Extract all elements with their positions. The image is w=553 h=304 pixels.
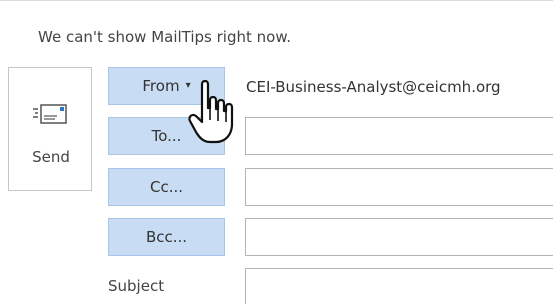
subject-input[interactable]	[245, 268, 553, 304]
send-button[interactable]: Send	[8, 67, 92, 191]
cc-input[interactable]	[245, 168, 553, 206]
subject-label: Subject	[108, 277, 165, 295]
send-label: Send	[32, 148, 70, 166]
envelope-send-icon	[33, 104, 67, 124]
cc-button[interactable]: Cc...	[108, 168, 225, 206]
bcc-input[interactable]	[245, 218, 553, 256]
mailtips-message: We can't show MailTips right now.	[38, 28, 292, 46]
to-input[interactable]	[245, 117, 553, 155]
bcc-button[interactable]: Bcc...	[108, 218, 225, 256]
top-divider	[0, 0, 553, 1]
hand-pointer-icon	[188, 79, 234, 144]
from-address: CEI-Business-Analyst@ceicmh.org	[246, 78, 501, 96]
mail-compose-header: We can't show MailTips right now. Send F…	[0, 0, 553, 304]
from-label: From	[142, 77, 180, 95]
